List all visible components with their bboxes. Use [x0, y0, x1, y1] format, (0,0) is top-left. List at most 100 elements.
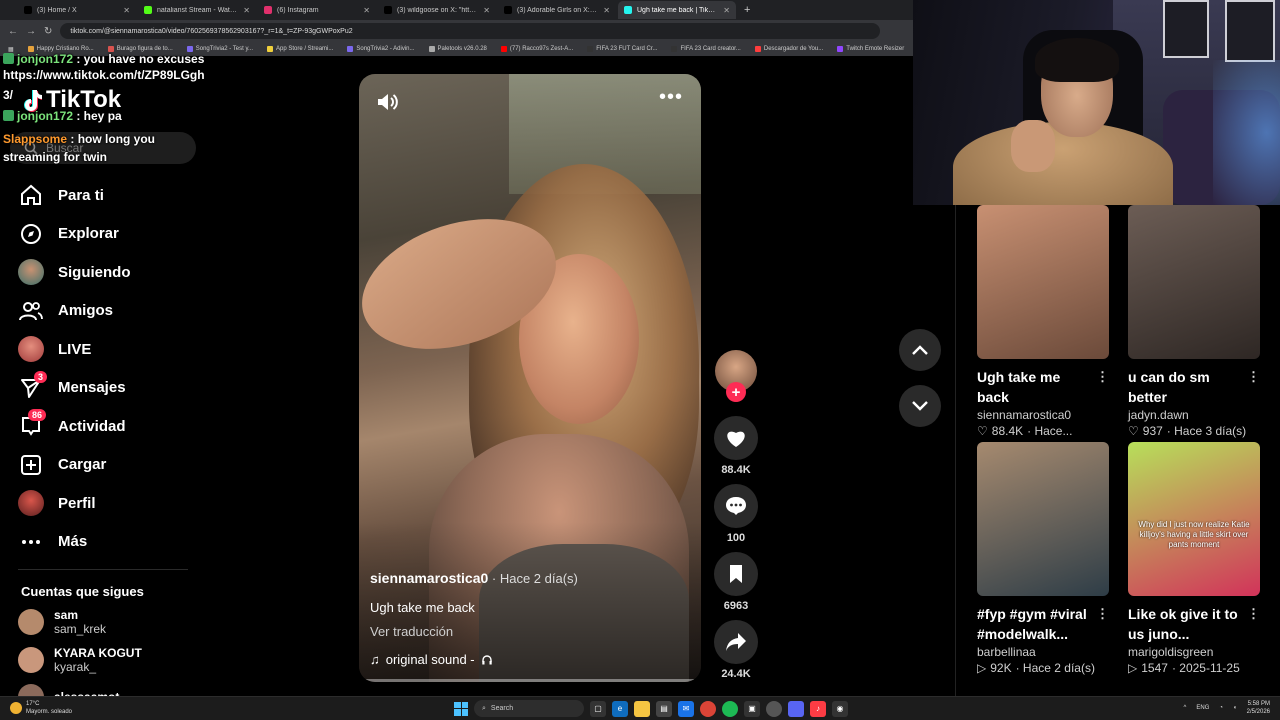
store-icon[interactable]: ▤ — [656, 700, 672, 717]
close-tab-icon[interactable]: ✕ — [483, 6, 490, 15]
video-thumbnail[interactable]: Why did I just now realize Katie killjoy… — [1128, 442, 1260, 596]
clock[interactable]: 5:58 PM 2/5/2026 — [1247, 700, 1270, 716]
wifi-icon[interactable]: ◔ — [1219, 705, 1223, 711]
music-icon[interactable]: ♪ — [810, 700, 826, 717]
video-card-title: Ugh take me back ⋮ — [977, 367, 1109, 407]
volume-icon[interactable] — [375, 90, 399, 114]
windows-start-icon[interactable] — [454, 701, 468, 716]
previous-video-button[interactable] — [899, 329, 941, 371]
bookmark-favicon-icon — [428, 46, 435, 52]
sidebar-item-actividad[interactable]: 86 Actividad — [18, 407, 198, 446]
close-tab-icon[interactable]: ✕ — [243, 6, 250, 15]
url-field[interactable]: tiktok.com/@siennamarostica0/video/76025… — [60, 23, 881, 39]
sidebar-item-mensajes[interactable]: 3 Mensajes — [18, 369, 198, 408]
video-card-title-line: #fyp #gym #viral — [977, 606, 1087, 622]
sidebar-item-cargar[interactable]: Cargar — [18, 446, 198, 485]
taskbar-search[interactable]: ⌕ Search — [474, 700, 584, 717]
video-card-author[interactable]: barbellinaa — [977, 645, 1109, 659]
close-tab-icon[interactable]: ✕ — [603, 6, 610, 15]
bookmark-item[interactable]: Twitch Emote Resizer — [837, 46, 904, 52]
bookmark-item[interactable]: (77) Racco97s Zest-A... — [500, 46, 573, 52]
followed-account[interactable]: sam sam_krek — [18, 608, 106, 636]
browser-tab[interactable]: (6) Instagram ✕ — [258, 1, 376, 19]
volume-tray-icon[interactable]: ◖ — [1233, 705, 1237, 711]
tab-favicon-icon — [24, 6, 32, 14]
browser-tab[interactable]: (3) wildgoose on X: "https://t.co ✕ — [378, 1, 496, 19]
bookmark-item[interactable]: Descargador de You... — [754, 46, 823, 52]
account-names: sam sam_krek — [54, 608, 106, 636]
sidebar-item-amigos[interactable]: Amigos — [18, 292, 198, 331]
video-author[interactable]: siennamarostica0 · Hace 2 día(s) — [370, 570, 578, 586]
share-button[interactable] — [714, 620, 758, 664]
sidebar-item-siguiendo[interactable]: Siguiendo — [18, 253, 198, 292]
video-progress-bar[interactable] — [359, 679, 695, 682]
browser-tab[interactable]: natalianst Stream - Watch Live ✕ — [138, 1, 256, 19]
file-explorer-icon[interactable] — [634, 700, 650, 717]
obs-icon[interactable] — [766, 700, 782, 717]
edge-icon[interactable]: e — [612, 700, 628, 717]
new-tab-icon[interactable]: + — [738, 4, 756, 16]
language-indicator[interactable]: ENG — [1196, 705, 1209, 711]
video-card-author[interactable]: jadyn.dawn — [1128, 408, 1260, 422]
discord-icon[interactable] — [788, 700, 804, 717]
video-card[interactable]: Ugh take me back ⋮ siennamarostica0 ♡ 88.4K ·… — [977, 205, 1109, 438]
weather-widget[interactable]: 17°C Mayorm. soleado — [10, 700, 72, 716]
close-tab-icon[interactable]: ✕ — [123, 6, 130, 15]
tray-chevron-icon[interactable]: ^ — [1184, 705, 1187, 711]
video-card-author[interactable]: siennamarostica0 — [977, 408, 1109, 422]
video-card-meta: ♡ 88.4K · Hace... — [977, 424, 1109, 438]
comment-button[interactable] — [714, 484, 758, 528]
browser-tab[interactable]: Ugh take me back | TikTok ✕ — [618, 1, 736, 19]
video-card-author[interactable]: marigoldisgreen — [1128, 645, 1260, 659]
more-vertical-icon[interactable]: ⋮ — [1247, 367, 1260, 407]
video-sound[interactable]: ♫ original sound - — [370, 652, 493, 667]
task-view-icon[interactable]: ▢ — [590, 700, 606, 717]
followed-account[interactable]: KYARA KOGUT kyarak_ — [18, 646, 142, 674]
sidebar-item-live[interactable]: LIVE — [18, 330, 198, 369]
bookmark-item[interactable]: FIFA 23 FUT Card Cr... — [587, 46, 657, 52]
bookmark-item[interactable]: App Store / Streami... — [267, 46, 333, 52]
like-button[interactable] — [714, 416, 758, 460]
sidebar-item-m-s[interactable]: Más — [18, 523, 198, 562]
more-vertical-icon[interactable]: ⋮ — [1096, 367, 1109, 407]
video-thumbnail[interactable] — [977, 442, 1109, 596]
clock-time: 5:58 PM — [1247, 701, 1270, 707]
video-thumbnail[interactable] — [977, 205, 1109, 359]
back-icon[interactable]: ← — [8, 26, 18, 37]
more-vertical-icon[interactable]: ⋮ — [1247, 604, 1260, 644]
browser-tab[interactable]: (3) Adorable Girls on X: "Don't ✕ — [498, 1, 616, 19]
video-card[interactable]: Why did I just now realize Katie killjoy… — [1128, 442, 1260, 675]
browser-tab[interactable]: (3) Home / X ✕ — [18, 1, 136, 19]
video-card[interactable]: #fyp #gym #viral #modelwalk... ⋮ barbellina… — [977, 442, 1109, 675]
taskbar-search-icon: ⌕ — [482, 704, 486, 712]
music-note-icon: ♫ — [370, 652, 380, 667]
app-icon[interactable]: ▣ — [744, 700, 760, 717]
bookmark-item[interactable]: SongTrivia2 - Adivin... — [347, 46, 415, 52]
mail-icon[interactable]: ✉ — [678, 700, 694, 717]
sidebar-item-explorar[interactable]: Explorar — [18, 215, 198, 254]
forward-icon[interactable]: → — [26, 26, 36, 37]
close-tab-icon[interactable]: ✕ — [363, 6, 370, 15]
chrome-icon[interactable] — [700, 700, 716, 717]
bookmark-item[interactable]: FIFA 23 Card creator... — [671, 46, 741, 52]
close-tab-icon[interactable]: ✕ — [723, 6, 730, 15]
save-button[interactable] — [714, 552, 758, 596]
bookmark-item[interactable]: Paletools v26.0.28 — [428, 46, 487, 52]
video-player[interactable]: ••• siennamarostica0 · Hace 2 día(s) Ugh… — [359, 74, 701, 682]
sidebar-item-para-ti[interactable]: Para ti — [18, 176, 198, 215]
follow-button[interactable]: + — [726, 382, 746, 402]
app-icon[interactable]: ◉ — [832, 700, 848, 717]
share-icon — [726, 633, 746, 651]
reload-icon[interactable]: ↻ — [44, 26, 52, 37]
next-video-button[interactable] — [899, 385, 941, 427]
spotify-icon[interactable] — [722, 700, 738, 717]
video-card[interactable]: u can do sm better ⋮ jadyn.dawn ♡ 937 · Hace … — [1128, 205, 1260, 438]
video-author-name[interactable]: siennamarostica0 — [370, 570, 488, 586]
sidebar-item-perfil[interactable]: Perfil — [18, 484, 198, 523]
webcam-wall-frame — [1225, 0, 1275, 62]
video-thumbnail[interactable] — [1128, 205, 1260, 359]
see-translation-link[interactable]: Ver traducción — [370, 624, 453, 639]
video-sound-label: original sound - — [385, 652, 475, 667]
more-options-icon[interactable]: ••• — [659, 87, 683, 107]
more-vertical-icon[interactable]: ⋮ — [1096, 604, 1109, 644]
